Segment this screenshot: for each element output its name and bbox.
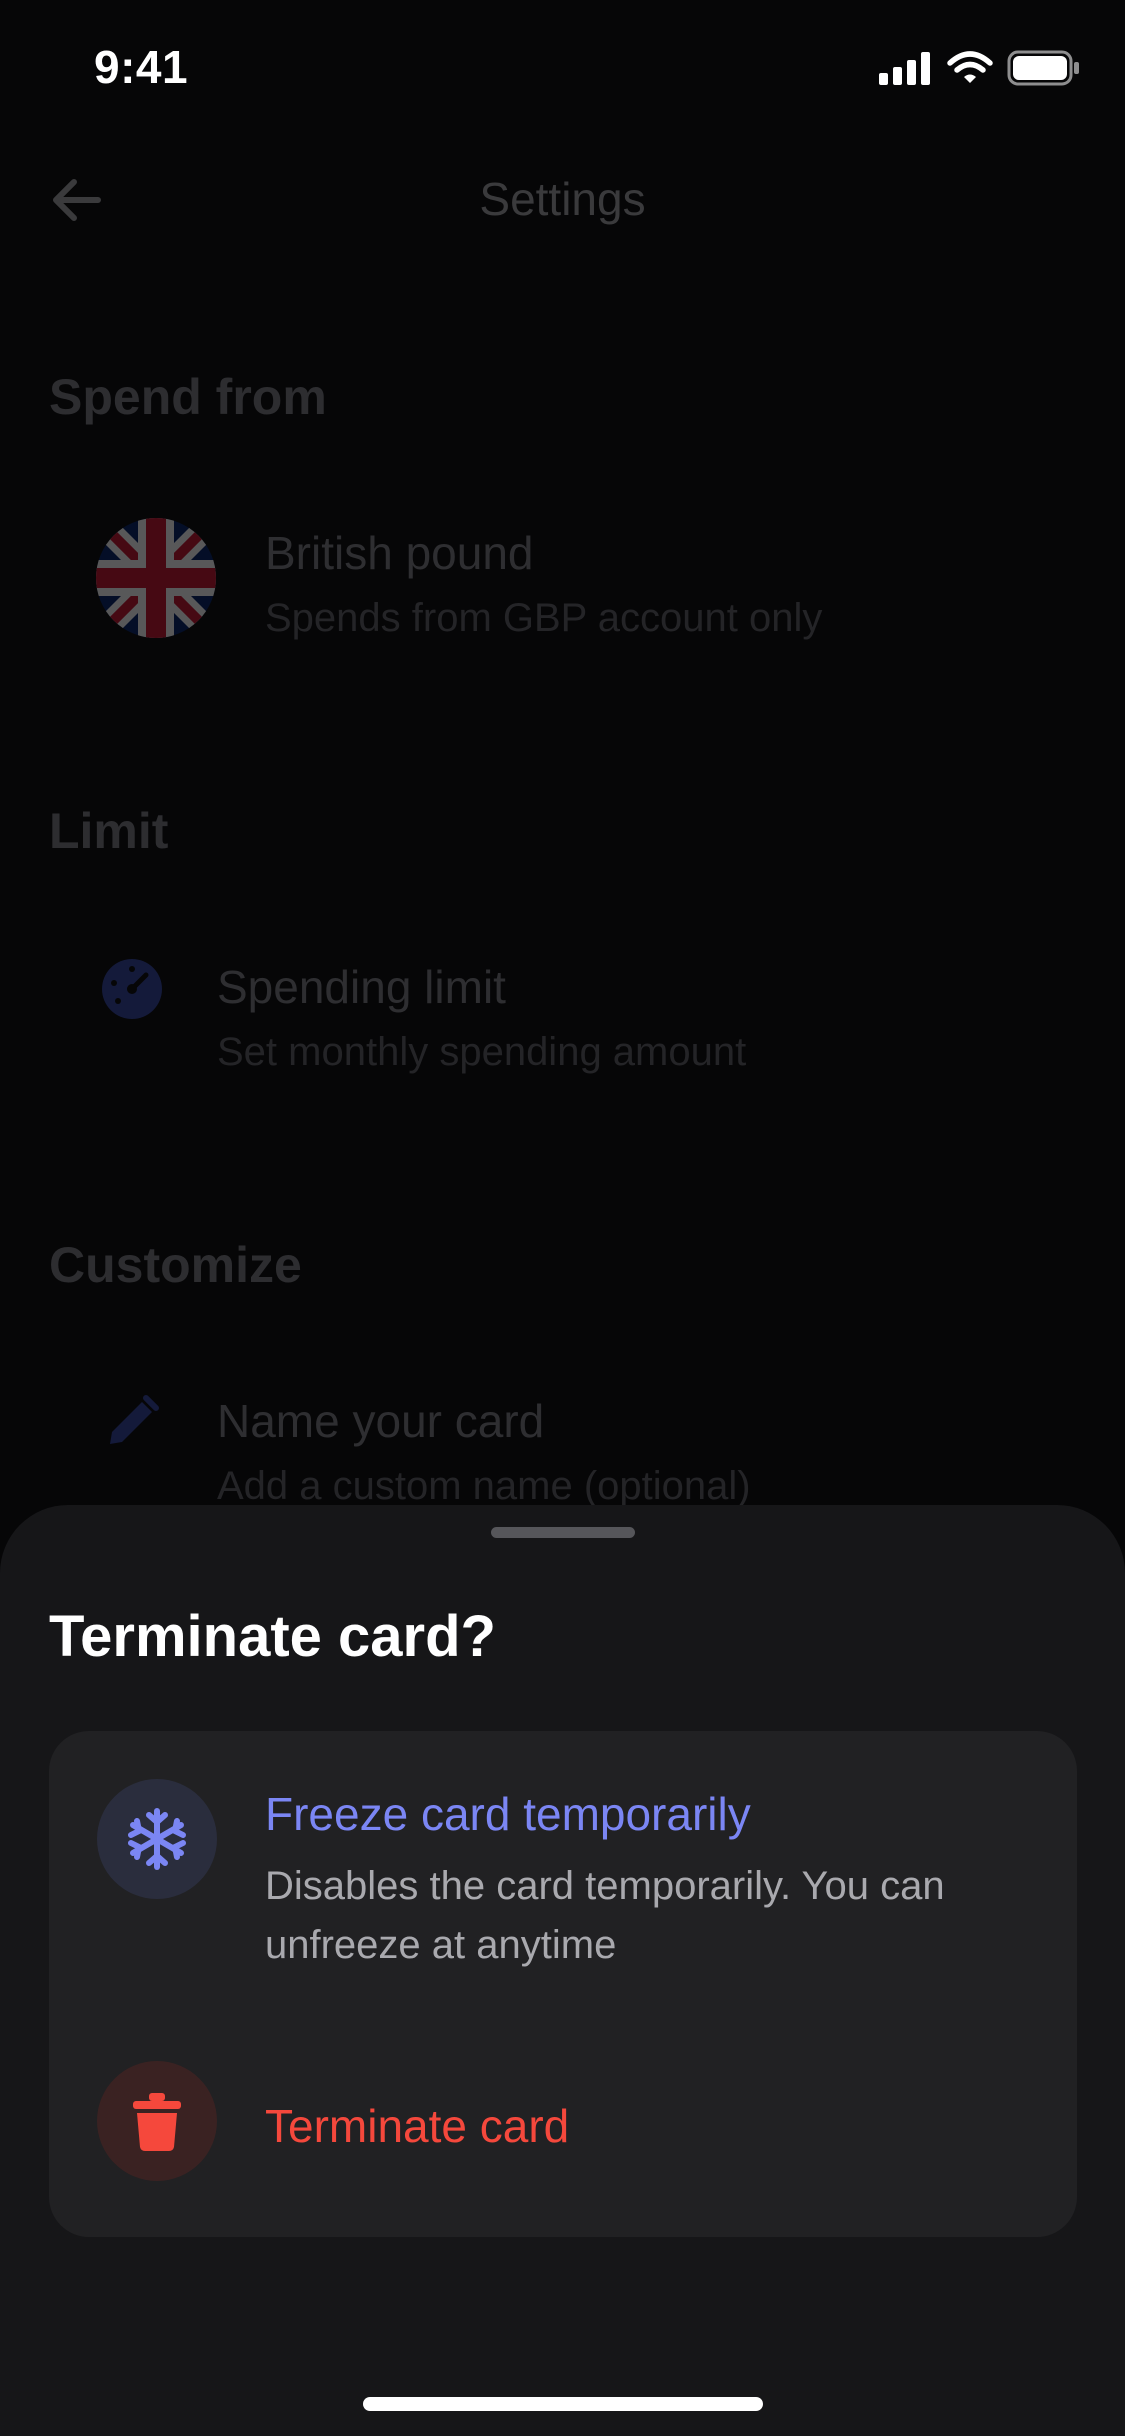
wifi-icon: [947, 51, 993, 83]
name-card-item-title[interactable]: Name your card: [217, 1394, 544, 1448]
terminate-option-title: Terminate card: [265, 2100, 570, 2152]
section-title-customize: Customize: [49, 1237, 302, 1293]
home-indicator: [363, 2397, 763, 2411]
spend-from-item-subtitle: Spends from GBP account only: [265, 596, 823, 640]
trash-icon-container: [97, 2061, 217, 2181]
snowflake-icon: [128, 1808, 186, 1870]
freeze-option-description: Disables the card temporarily. You can u…: [265, 1864, 945, 1967]
sheet-title: Terminate card?: [49, 1604, 496, 1669]
status-bar: 9:41: [0, 0, 1125, 140]
freeze-option-title: Freeze card temporarily: [265, 1788, 751, 1840]
status-icons: [879, 50, 1081, 86]
name-card-item-subtitle: Add a custom name (optional): [217, 1464, 751, 1508]
uk-flag-icon: [96, 518, 216, 638]
section-title-spend-from: Spend from: [49, 369, 327, 425]
spend-from-item-title[interactable]: British pound: [265, 526, 534, 580]
screen: Settings Spend from British pound Spends…: [0, 0, 1125, 2436]
bottom-sheet: Terminate card? Freeze card temporarily …: [0, 1505, 1125, 2436]
pencil-icon: [110, 1395, 159, 1444]
trash-icon: [133, 2093, 181, 2151]
section-title-limit: Limit: [49, 803, 169, 859]
speedometer-icon: [102, 959, 162, 1019]
sheet-grabber-handle[interactable]: [491, 1527, 635, 1538]
status-time: 9:41: [94, 41, 189, 93]
snowflake-icon-container: [97, 1779, 217, 1899]
page-title: Settings: [479, 173, 646, 225]
spending-limit-item-subtitle: Set monthly spending amount: [217, 1030, 747, 1074]
battery-icon: [1007, 50, 1079, 86]
spending-limit-item-title[interactable]: Spending limit: [217, 960, 506, 1014]
cellular-signal-icon: [879, 52, 930, 85]
options-card: Freeze card temporarily Disables the car…: [49, 1731, 1077, 2237]
